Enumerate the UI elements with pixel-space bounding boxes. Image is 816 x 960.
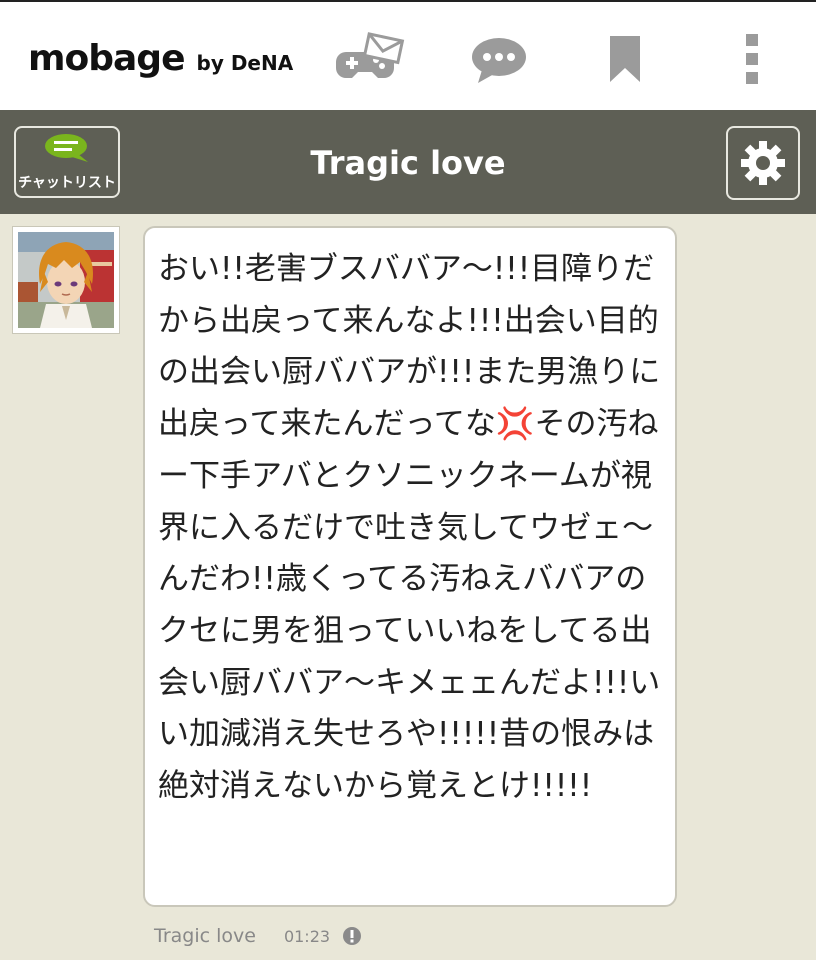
logo-by-text: by DeNA	[196, 51, 294, 75]
avatar[interactable]	[12, 226, 120, 334]
alert-icon[interactable]	[342, 926, 362, 946]
bookmark-icon[interactable]	[608, 36, 642, 88]
chatlist-label: チャットリスト	[18, 175, 116, 191]
logo-text: mobage	[28, 38, 185, 79]
chatlist-button[interactable]: チャットリスト	[14, 126, 120, 198]
chat-list-icon	[45, 134, 88, 162]
chat-header-bar: チャットリスト Tragic love	[0, 110, 816, 214]
message-text: おい!!老害ブスババア～!!!目障りだから出戻って来んなよ!!!出会い目的の出会…	[158, 251, 661, 805]
avatar-image	[18, 232, 114, 328]
mobage-logo[interactable]: mobage by DeNA	[28, 38, 293, 79]
message-meta: Tragic love 01:23	[154, 922, 362, 950]
message-bubble: おい!!老害ブスババア～!!!目障りだから出戻って来んなよ!!!出会い目的の出会…	[143, 226, 677, 907]
message-time: 01:23	[283, 926, 331, 946]
settings-button[interactable]	[726, 126, 800, 200]
game-mail-icon[interactable]	[332, 30, 412, 90]
chat-bubble-icon[interactable]	[470, 36, 528, 88]
page-title: Tragic love	[310, 144, 506, 182]
top-navigation-bar: mobage by DeNA	[0, 0, 816, 110]
gear-icon	[741, 141, 785, 185]
sender-name[interactable]: Tragic love	[154, 925, 256, 947]
more-vertical-icon[interactable]	[742, 34, 762, 88]
